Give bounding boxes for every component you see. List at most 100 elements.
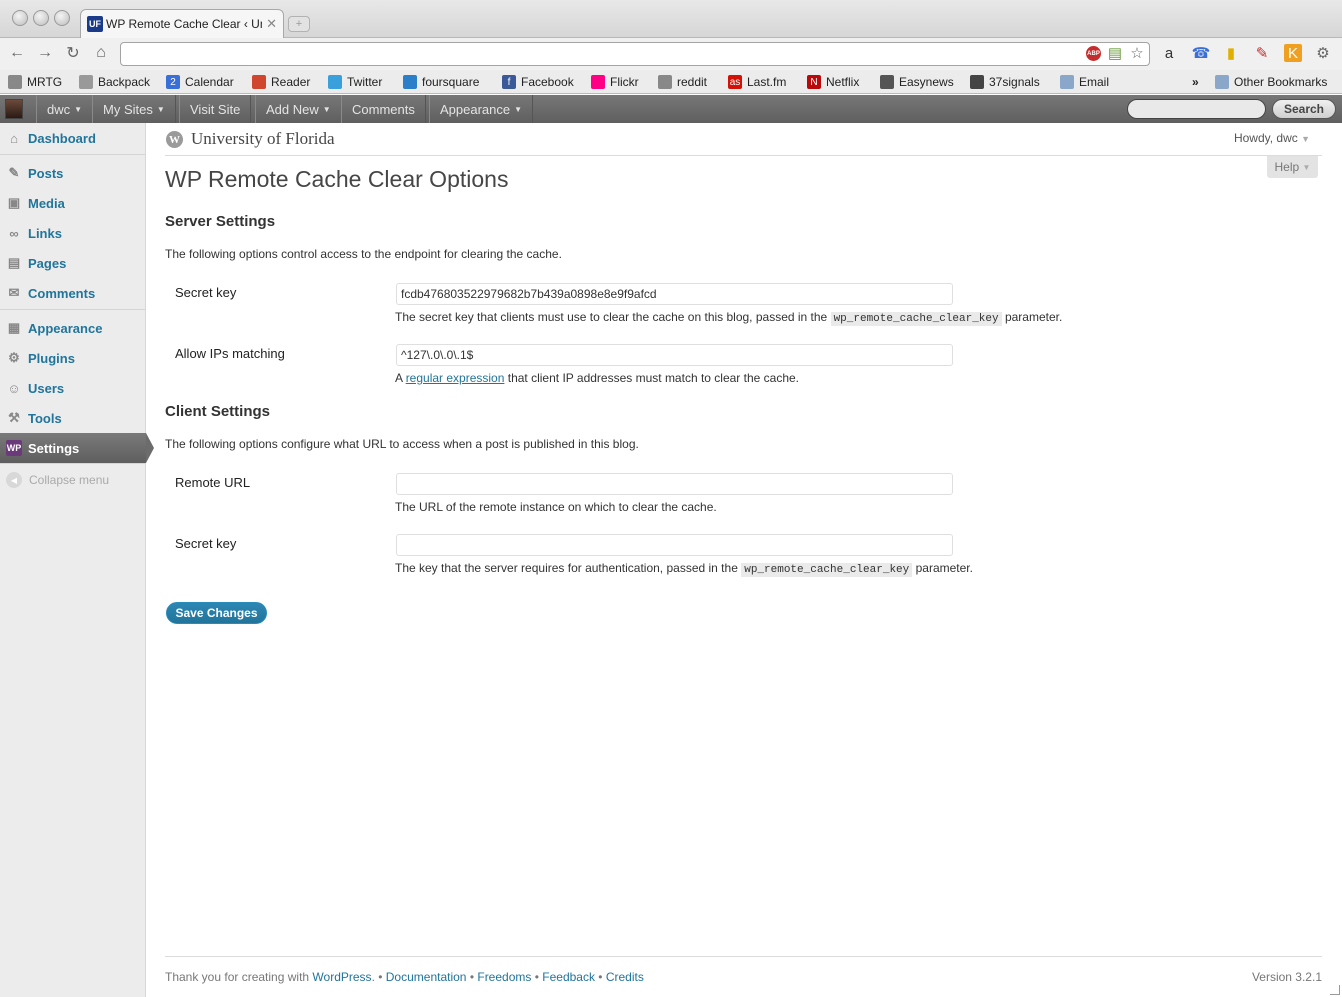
bookmarks-overflow-button[interactable]: » (1192, 73, 1199, 91)
other-bookmarks-button[interactable]: Other Bookmarks (1215, 73, 1327, 91)
freedoms-link[interactable]: Freedoms (477, 970, 531, 984)
sidebar-item-label: Pages (28, 255, 67, 271)
chevron-down-icon: ▼ (514, 104, 523, 114)
credits-link[interactable]: Credits (606, 970, 644, 984)
documentation-link[interactable]: Documentation (386, 970, 467, 984)
regular-expression-link[interactable]: regular expression (406, 371, 505, 385)
footer-thanks-text: Thank you for creating with (165, 970, 310, 984)
server-settings-description: The following options control access to … (165, 247, 562, 261)
chevron-down-icon: ▼ (74, 104, 83, 114)
sidebar-item-links[interactable]: ∞ Links (0, 218, 145, 248)
back-icon[interactable]: ← (7, 43, 27, 63)
admin-bar-visit-site[interactable]: Visit Site (179, 95, 252, 123)
sidebar-item-pages[interactable]: ▤ Pages (0, 248, 145, 278)
sidebar-item-label: Plugins (28, 350, 75, 366)
reload-icon[interactable]: ↻ (63, 43, 83, 63)
forward-icon[interactable]: → (35, 43, 55, 63)
collapse-menu-button[interactable]: ◀ Collapse menu (6, 472, 109, 488)
sidebar-item-settings[interactable]: WP Settings (0, 433, 154, 463)
sidebar-item-appearance[interactable]: ▦ Appearance (0, 313, 145, 343)
sidebar-item-comments[interactable]: ✉ Comments (0, 278, 145, 308)
admin-search-input[interactable] (1127, 99, 1266, 119)
help-tab[interactable]: Help ▼ (1267, 156, 1318, 178)
sidebar-item-posts[interactable]: ✎ Posts (0, 158, 145, 188)
server-secret-key-input[interactable] (396, 283, 953, 305)
phone-icon[interactable]: ☎ (1192, 44, 1211, 62)
bookmark-flickr[interactable]: Flickr (591, 73, 639, 91)
chevron-down-icon: ▼ (1301, 134, 1310, 144)
backpack-icon (79, 75, 93, 89)
home-icon[interactable]: ⌂ (91, 43, 111, 63)
admin-search-button[interactable]: Search (1272, 99, 1336, 119)
server-secret-key-description: The secret key that clients must use to … (395, 310, 1062, 326)
feedback-link[interactable]: Feedback (542, 970, 595, 984)
bookmark-backpack[interactable]: Backpack (79, 73, 150, 91)
tab-close-icon[interactable]: ✕ (266, 16, 277, 32)
client-secret-desc-text: The key that the server requires for aut… (395, 561, 738, 575)
remote-url-label: Remote URL (175, 475, 251, 490)
save-changes-button[interactable]: Save Changes (166, 602, 267, 624)
collapse-menu-label: Collapse menu (29, 473, 110, 487)
adblock-icon[interactable]: ABP (1086, 46, 1101, 61)
wrench-icon[interactable]: ⚙ (1314, 44, 1332, 62)
bookmark-label: Calendar (185, 75, 234, 89)
bookmark-easynews[interactable]: Easynews (880, 73, 954, 91)
allow-ips-desc-prefix: A (395, 371, 403, 385)
bookmark-calendar[interactable]: 2 Calendar (166, 73, 234, 91)
address-bar[interactable] (120, 42, 1150, 66)
browser-tab[interactable]: UF WP Remote Cache Clear ‹ Uni ✕ (80, 9, 284, 38)
remote-url-input[interactable] (396, 473, 953, 495)
bookmark-foursquare[interactable]: foursquare (403, 73, 479, 91)
globe-icon (8, 75, 22, 89)
k-extension-icon[interactable]: K (1284, 44, 1302, 62)
other-bookmarks-label: Other Bookmarks (1234, 75, 1328, 89)
sidebar-item-tools[interactable]: ⚒ Tools (0, 403, 145, 433)
tab-title: WP Remote Cache Clear ‹ Uni (106, 17, 263, 31)
send-to-phone-icon[interactable]: ▮ (1222, 44, 1240, 62)
sidebar-item-dashboard[interactable]: ⌂ Dashboard (0, 123, 145, 153)
howdy-menu[interactable]: Howdy, dwc ▼ (1234, 131, 1310, 145)
bookmark-mrtg[interactable]: MRTG (8, 73, 62, 91)
bookmark-reader[interactable]: Reader (252, 73, 310, 91)
admin-bar-comments[interactable]: Comments (341, 95, 426, 123)
bookmark-37signals[interactable]: 37signals (970, 73, 1040, 91)
appearance-icon: ▦ (7, 320, 21, 335)
wp-admin-bar: dwc ▼ My Sites ▼ Visit Site Add New ▼ Comments A… (0, 95, 1342, 123)
new-tab-button[interactable]: + (288, 16, 310, 32)
rss-icon[interactable]: ▤ (1106, 44, 1124, 62)
sidebar-item-users[interactable]: ☺ Users (0, 373, 145, 403)
amazon-icon[interactable]: a (1160, 44, 1178, 62)
chevron-down-icon: ▼ (1302, 162, 1311, 172)
bookmark-twitter[interactable]: Twitter (328, 73, 382, 91)
tool-extension-icon[interactable]: ✎ (1253, 44, 1271, 62)
sidebar-item-label: Comments (28, 285, 96, 301)
bookmark-reddit[interactable]: reddit (658, 73, 707, 91)
sidebar-item-plugins[interactable]: ⚙ Plugins (0, 343, 145, 373)
client-secret-key-input[interactable] (396, 534, 953, 556)
admin-bar-add-new[interactable]: Add New ▼ (255, 95, 342, 123)
admin-bar-appearance[interactable]: Appearance ▼ (429, 95, 534, 123)
bookmark-facebook[interactable]: f Facebook (502, 73, 574, 91)
bookmark-netflix[interactable]: N Netflix (807, 73, 859, 91)
facebook-icon: f (502, 75, 516, 89)
admin-bar-dwc[interactable]: dwc ▼ (36, 95, 94, 123)
bookmark-label: Reader (271, 75, 311, 89)
server-settings-heading: Server Settings (165, 213, 276, 230)
admin-bar-my-sites[interactable]: My Sites ▼ (92, 95, 176, 123)
window-minimize-button[interactable] (33, 10, 49, 26)
site-title[interactable]: University of Florida (191, 129, 335, 149)
wordpress-link[interactable]: WordPress (312, 970, 371, 984)
sidebar-item-media[interactable]: ▣ Media (0, 188, 145, 218)
window-resize-grip[interactable] (1330, 985, 1340, 995)
bookmark-label: Flickr (610, 75, 639, 89)
bookmark-last-fm[interactable]: as Last.fm (728, 73, 786, 91)
admin-bar-label: Add New (266, 101, 319, 117)
admin-footer: Thank you for creating with WordPress. •… (165, 956, 1322, 996)
allow-ips-input[interactable] (396, 344, 953, 366)
bookmark-star-icon[interactable]: ☆ (1128, 44, 1146, 62)
window-zoom-button[interactable] (54, 10, 70, 26)
collapse-arrow-icon: ◀ (6, 472, 22, 488)
bookmark-email[interactable]: Email (1060, 73, 1109, 91)
avatar[interactable] (5, 99, 23, 119)
window-close-button[interactable] (12, 10, 28, 26)
